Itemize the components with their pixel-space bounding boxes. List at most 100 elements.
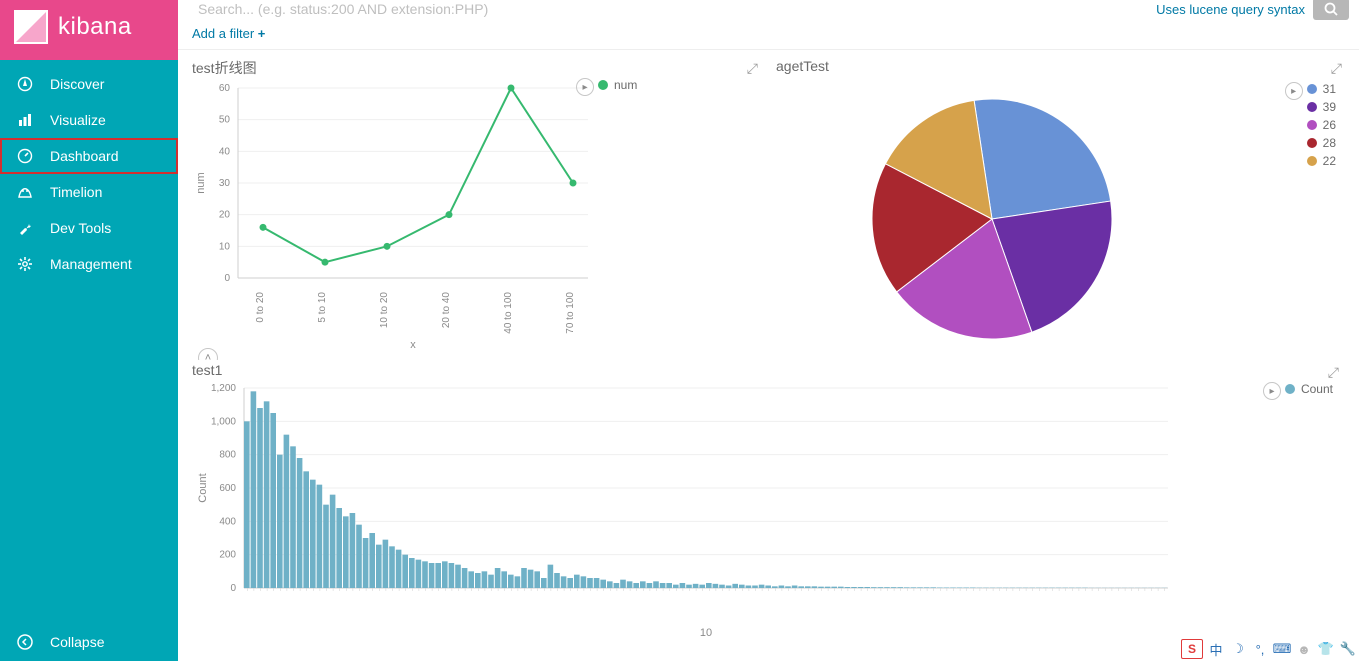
svg-text:1,200: 1,200 [211,383,236,394]
sidebar-collapse-label: Collapse [50,634,104,650]
os-tray: S 中 ☽ °, ⌨ ☻ 👕 🔧 [1181,639,1357,659]
dashboard-grid: test折线图 ⤢ 0 10 20 30 40 50 60 0 to 20 5 to 10 10 … [178,50,1359,661]
tray-shirt-icon[interactable]: 👕 [1317,640,1335,658]
svg-text:20: 20 [219,210,231,221]
panel-pie-chart: agetTest ⤢ ▸ 31 39 26 28 22 [772,56,1352,356]
sidebar-item-discover[interactable]: Discover [0,66,178,102]
legend-hist: ▸ Count [1285,382,1333,400]
sidebar-item-dev-tools[interactable]: Dev Tools [0,210,178,246]
legend-swatch-icon [1307,156,1317,166]
sidebar-item-management[interactable]: Management [0,246,178,282]
histogram-chart: 0 200 400 600 800 1,000 1,200 Count 10 [188,378,1338,648]
expand-panel-icon[interactable]: ⤢ [1328,364,1339,381]
tray-punct-icon[interactable]: °, [1251,640,1269,658]
tray-keyboard-icon[interactable]: ⌨ [1273,640,1291,658]
panel-line-chart: test折线图 ⤢ 0 10 20 30 40 50 60 0 to 20 5 to 10 10 … [188,56,768,356]
search-submit-button[interactable] [1313,0,1349,20]
kibana-logo-icon [14,10,48,44]
line-chart: 0 10 20 30 40 50 60 0 to 20 5 to 10 10 to 20 20 to… [188,78,768,358]
sidebar: kibana Discover Visualize Dashboard Timelio… [0,0,178,661]
sidebar-item-label: Discover [50,76,104,92]
svg-text:30: 30 [219,178,231,189]
collapse-icon [16,633,34,651]
main-area: Search... (e.g. status:200 AND extension… [178,0,1359,661]
svg-text:70 to 100: 70 to 100 [565,292,576,334]
svg-text:200: 200 [219,550,236,561]
tray-moon-icon[interactable]: ☽ [1229,640,1247,658]
filter-bar: Add a filter + [178,18,1359,50]
legend-swatch-icon [1285,384,1295,394]
legend-item[interactable]: 22 [1307,154,1336,168]
sidebar-item-dashboard[interactable]: Dashboard [0,138,178,174]
tray-wrench-icon[interactable]: 🔧 [1339,640,1357,658]
legend-item[interactable]: 26 [1307,118,1336,132]
svg-text:0: 0 [224,273,230,284]
svg-text:1,000: 1,000 [211,416,236,427]
sidebar-item-timelion[interactable]: Timelion [0,174,178,210]
wrench-icon [16,219,34,237]
compass-icon [16,75,34,93]
plus-icon: + [258,26,266,41]
svg-text:0: 0 [230,583,236,594]
legend-pie: ▸ 3139262822 [1307,82,1336,172]
legend-swatch-icon [1307,138,1317,148]
legend-item[interactable]: Count [1285,382,1333,396]
svg-text:5 to 10: 5 to 10 [317,292,328,323]
gear-icon [16,255,34,273]
sidebar-item-label: Dashboard [50,148,119,164]
svg-text:0 to 20: 0 to 20 [255,292,266,323]
search-input[interactable]: Search... (e.g. status:200 AND extension… [188,1,1148,17]
legend-line: ▸ num [598,78,637,96]
panel-histogram: test1 ⤢ 0 200 400 600 800 1,000 1,200 Count 10 ▸… [188,360,1349,660]
pie-chart [772,74,1352,354]
barchart-icon [16,111,34,129]
sidebar-item-label: Timelion [50,184,102,200]
svg-text:400: 400 [219,516,236,527]
tray-lang-icon[interactable]: 中 [1207,640,1225,658]
svg-text:num: num [195,172,207,193]
svg-text:10: 10 [219,241,231,252]
legend-toggle-icon[interactable]: ▸ [1285,82,1303,100]
legend-item[interactable]: num [598,78,637,92]
svg-text:40 to 100: 40 to 100 [503,292,514,334]
lucene-syntax-link[interactable]: Uses lucene query syntax [1156,2,1305,17]
sidebar-item-label: Management [50,256,132,272]
panel-title: test1 [188,360,1349,378]
ime-icon[interactable]: S [1181,639,1203,659]
legend-swatch-icon [1307,84,1317,94]
svg-text:10: 10 [700,627,712,639]
svg-text:600: 600 [219,483,236,494]
panel-title: agetTest [772,56,1352,74]
svg-text:50: 50 [219,115,231,126]
svg-text:20 to 40: 20 to 40 [441,292,452,329]
svg-text:Count: Count [197,473,209,502]
timelion-icon [16,183,34,201]
svg-text:10 to 20: 10 to 20 [379,292,390,329]
sidebar-item-label: Visualize [50,112,106,128]
legend-toggle-icon[interactable]: ▸ [1263,382,1281,400]
top-toolbar: Search... (e.g. status:200 AND extension… [178,0,1359,18]
legend-toggle-icon[interactable]: ▸ [576,78,594,96]
expand-panel-icon[interactable]: ⤢ [1331,60,1342,77]
brand-name: kibana [58,13,132,41]
legend-swatch-icon [1307,102,1317,112]
panel-title: test折线图 [188,56,768,78]
legend-swatch-icon [598,80,608,90]
expand-panel-icon[interactable]: ⤢ [747,60,758,77]
legend-item[interactable]: 39 [1307,100,1336,114]
svg-text:60: 60 [219,83,231,94]
dashboard-icon [16,147,34,165]
sidebar-item-label: Dev Tools [50,220,111,236]
legend-item[interactable]: 28 [1307,136,1336,150]
svg-text:800: 800 [219,450,236,461]
sidebar-collapse[interactable]: Collapse [0,623,178,661]
sidebar-nav: Discover Visualize Dashboard Timelion Dev To… [0,60,178,661]
sidebar-item-visualize[interactable]: Visualize [0,102,178,138]
tray-user-icon[interactable]: ☻ [1295,640,1313,658]
svg-text:40: 40 [219,146,231,157]
brand-logo: kibana [0,0,178,60]
svg-text:x: x [410,339,416,351]
legend-swatch-icon [1307,120,1317,130]
add-filter-button[interactable]: Add a filter + [192,26,265,41]
legend-item[interactable]: 31 [1307,82,1336,96]
